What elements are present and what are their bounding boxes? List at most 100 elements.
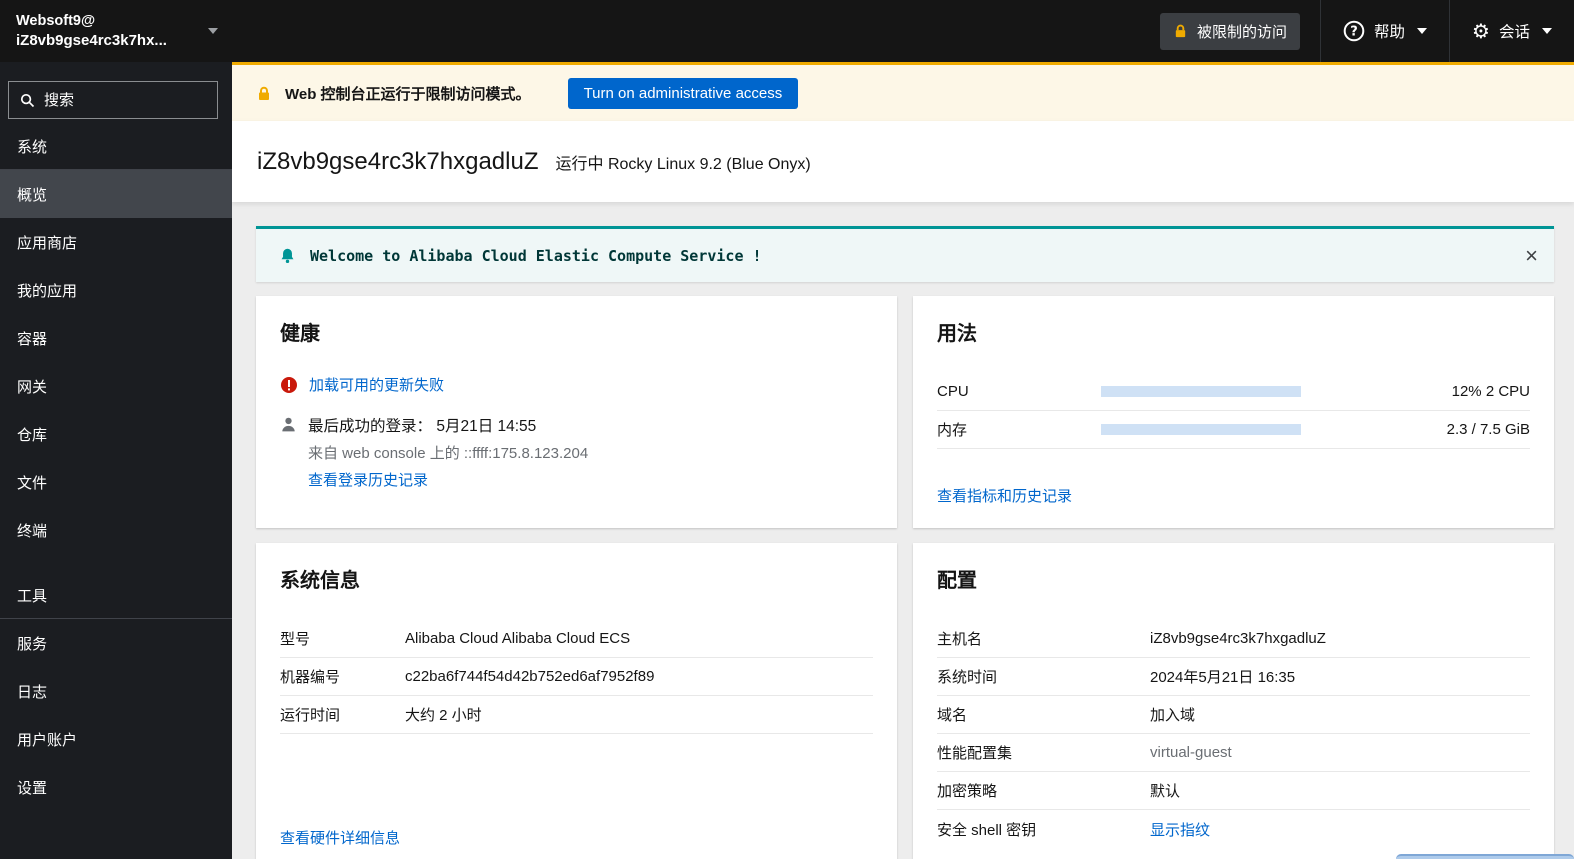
sidebar-item-settings[interactable]: 设置 [0, 763, 232, 811]
hostname-label: 主机名 [937, 631, 983, 648]
domain-label: 域名 [937, 707, 968, 724]
memory-label: 内存 [937, 422, 968, 439]
config-card-title: 配置 [937, 570, 977, 592]
sidebar: 系统 概览 应用商店 我的应用 容器 网关 仓库 文件 终端 工具 服务 日志 … [0, 62, 232, 859]
sidebar-search[interactable] [8, 81, 218, 119]
machine-id-label: 机器编号 [280, 669, 341, 686]
turn-on-admin-access-button[interactable]: Turn on administrative access [567, 77, 799, 109]
cpu-label: CPU [937, 383, 969, 400]
host-status: 运行中 Rocky Linux 9.2 (Blue Onyx) [556, 150, 811, 174]
model-value: Alibaba Cloud Alibaba Cloud ECS [405, 630, 631, 647]
search-input[interactable] [44, 91, 206, 109]
session-menu[interactable]: ⚙ 会话 [1450, 0, 1574, 62]
last-login-label: 最后成功的登录： [308, 418, 433, 435]
masthead-spacer [232, 0, 1140, 62]
search-icon [20, 93, 35, 108]
lock-icon [1173, 23, 1188, 39]
login-history-link[interactable]: 查看登录历史记录 [308, 472, 428, 489]
sidebar-item-services[interactable]: 服务 [0, 619, 232, 667]
cpu-usage-value: 12% 2 CPU [1451, 383, 1530, 400]
brand-user: Websoft9@ [16, 13, 96, 29]
table-row: 性能配置集 virtual-guest [937, 734, 1530, 772]
performance-profile-value: virtual-guest [1150, 744, 1232, 761]
performance-profile-label: 性能配置集 [937, 745, 1013, 762]
welcome-alert: Welcome to Alibaba Cloud Elastic Compute… [256, 226, 1554, 282]
sidebar-item-app-store[interactable]: 应用商店 [0, 218, 232, 266]
memory-usage-value: 2.3 / 7.5 GiB [1446, 421, 1530, 438]
usage-card-title: 用法 [937, 323, 977, 345]
system-time-label: 系统时间 [937, 669, 998, 686]
table-row: 系统时间 2024年5月21日 16:35 [937, 658, 1530, 696]
cpu-progress-bar [1101, 386, 1301, 397]
table-row: 型号 Alibaba Cloud Alibaba Cloud ECS [280, 620, 873, 658]
last-login-from: 来自 web console 上的 ::ffff:175.8.123.204 [308, 445, 589, 462]
masthead: Websoft9@ iZ8vb9gse4rc3k7hx... 被限制的访问 ? … [0, 0, 1574, 62]
hardware-details-link[interactable]: 查看硬件详细信息 [280, 827, 400, 848]
page-header: iZ8vb9gse4rc3k7hxgadluZ 运行中 Rocky Linux … [232, 121, 1574, 202]
last-login-time: 5月21日 14:55 [436, 418, 537, 435]
crypto-policy-value: 默认 [1150, 783, 1181, 800]
memory-progress-bar [1101, 424, 1301, 435]
updates-failed-link[interactable]: 加载可用的更新失败 [309, 374, 444, 395]
content: Welcome to Alibaba Cloud Elastic Compute… [232, 202, 1574, 859]
usage-card: 用法 CPU 12% 2 CPU 内存 2.3 / 7.5 GiB 查看指标和历… [913, 296, 1554, 528]
gear-icon: ⚙ [1472, 19, 1490, 43]
caret-down-icon [1417, 28, 1428, 34]
sidebar-item-gateway[interactable]: 网关 [0, 362, 232, 410]
system-info-table: 型号 Alibaba Cloud Alibaba Cloud ECS 机器编号 … [280, 620, 873, 734]
run-state: 运行中 [555, 155, 604, 173]
brand-hostname: iZ8vb9gse4rc3k7hx... [16, 32, 167, 49]
help-label: 帮助 [1374, 24, 1406, 41]
os-name: Rocky Linux 9.2 (Blue Onyx) [607, 155, 811, 173]
restricted-access-label: 被限制的访问 [1197, 23, 1288, 41]
system-info-card-title: 系统信息 [280, 570, 360, 592]
sidebar-item-terminal[interactable]: 终端 [0, 506, 232, 554]
config-table: 主机名 iZ8vb9gse4rc3k7hxgadluZ 系统时间 2024年5月… [937, 620, 1530, 848]
bottom-right-partial-element [1396, 854, 1574, 859]
sidebar-section-system: 系统 [17, 139, 48, 156]
restricted-mode-message: Web 控制台正运行于限制访问模式。 [285, 85, 531, 103]
restricted-mode-banner: Web 控制台正运行于限制访问模式。 Turn on administrativ… [232, 62, 1574, 121]
sidebar-item-my-apps[interactable]: 我的应用 [0, 266, 232, 314]
main-area: Web 控制台正运行于限制访问模式。 Turn on administrativ… [232, 62, 1574, 859]
restricted-access-button[interactable]: 被限制的访问 [1160, 12, 1301, 50]
uptime-label: 运行时间 [280, 707, 341, 724]
memory-usage-row: 内存 2.3 / 7.5 GiB [937, 411, 1530, 449]
table-row: 主机名 iZ8vb9gse4rc3k7hxgadluZ [937, 620, 1530, 658]
caret-down-icon [1542, 28, 1552, 34]
bell-icon [279, 247, 296, 265]
table-row: 安全 shell 密钥 显示指纹 [937, 810, 1530, 848]
exclamation-circle-icon [280, 376, 298, 394]
sidebar-item-containers[interactable]: 容器 [0, 314, 232, 362]
close-icon[interactable]: × [1525, 244, 1538, 267]
welcome-message: Welcome to Alibaba Cloud Elastic Compute… [310, 246, 762, 265]
system-info-card: 系统信息 型号 Alibaba Cloud Alibaba Cloud ECS … [256, 543, 897, 859]
table-row: 机器编号 c22ba6f744f54d42b752ed6af7952f89 [280, 658, 873, 696]
show-fingerprints-link[interactable]: 显示指纹 [1150, 819, 1210, 840]
help-menu[interactable]: ? 帮助 [1321, 0, 1449, 62]
last-login-row: 最后成功的登录： 5月21日 14:55 来自 web console 上的 :… [280, 414, 873, 490]
session-label: 会话 [1498, 24, 1530, 41]
crypto-policy-label: 加密策略 [937, 783, 998, 800]
system-time-value: 2024年5月21日 16:35 [1150, 669, 1296, 686]
metrics-history-link[interactable]: 查看指标和历史记录 [937, 485, 1072, 506]
cpu-usage-row: CPU 12% 2 CPU [937, 373, 1530, 411]
sidebar-item-repository[interactable]: 仓库 [0, 410, 232, 458]
updates-failed-row: 加载可用的更新失败 [280, 374, 873, 395]
sidebar-item-logs[interactable]: 日志 [0, 667, 232, 715]
lock-icon [256, 85, 272, 102]
table-row: 域名 加入域 [937, 696, 1530, 734]
usage-table: CPU 12% 2 CPU 内存 2.3 / 7.5 GiB [937, 373, 1530, 449]
page-title: iZ8vb9gse4rc3k7hxgadluZ [257, 147, 539, 175]
config-card: 配置 主机名 iZ8vb9gse4rc3k7hxgadluZ 系统时间 2024… [913, 543, 1554, 859]
table-row: 加密策略 默认 [937, 772, 1530, 810]
sidebar-item-accounts[interactable]: 用户账户 [0, 715, 232, 763]
hostname-value: iZ8vb9gse4rc3k7hxgadluZ [1150, 630, 1326, 647]
sidebar-item-overview[interactable]: 概览 [0, 170, 232, 218]
ssh-keys-label: 安全 shell 密钥 [937, 821, 1037, 839]
sidebar-item-files[interactable]: 文件 [0, 458, 232, 506]
machine-id-value: c22ba6f744f54d42b752ed6af7952f89 [405, 668, 655, 685]
host-switcher[interactable]: Websoft9@ iZ8vb9gse4rc3k7hx... [0, 0, 232, 62]
sidebar-section-tools: 工具 [17, 588, 48, 605]
